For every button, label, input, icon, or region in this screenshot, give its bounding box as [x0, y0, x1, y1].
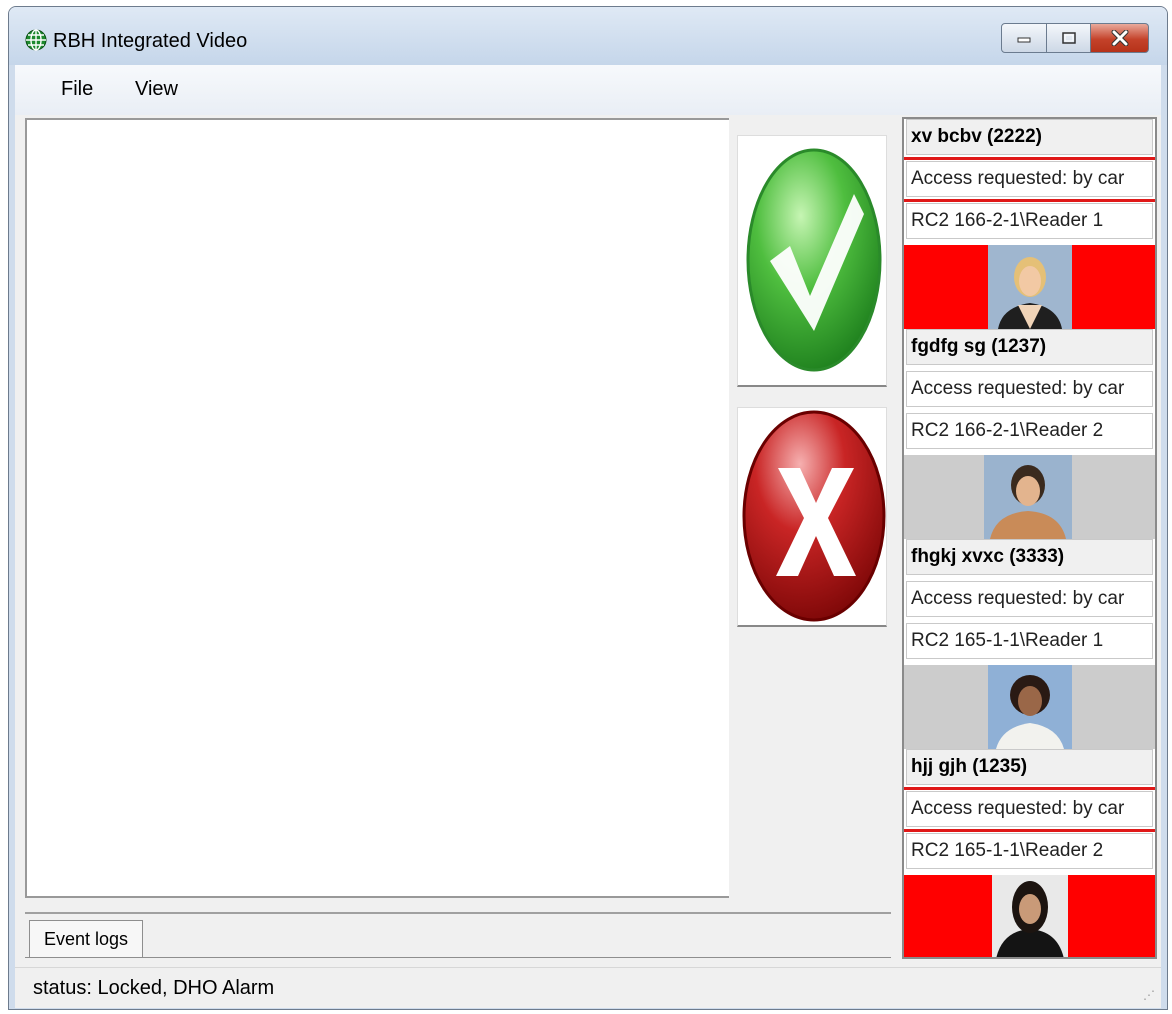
- x-mark-icon: [742, 410, 886, 622]
- event-message: Access requested: by car: [906, 581, 1153, 617]
- maximize-button[interactable]: [1047, 23, 1091, 53]
- globe-icon: [25, 29, 47, 51]
- close-icon: [1111, 30, 1128, 46]
- photo-row: [904, 455, 1155, 539]
- list-item[interactable]: fgdfg sg (1237) Access requested: by car…: [904, 329, 1155, 539]
- event-reader: RC2 166-2-1\Reader 2: [906, 413, 1153, 449]
- person-photo: [988, 665, 1072, 749]
- tab-baseline: [25, 957, 891, 958]
- tab-strip: Event logs: [25, 912, 891, 960]
- minimize-icon: [1017, 37, 1031, 43]
- event-list[interactable]: xv bcbv (2222) Access requested: by car …: [902, 117, 1157, 959]
- resize-grip-icon[interactable]: ⋰: [1143, 988, 1155, 1002]
- menu-bar: File View: [15, 65, 1161, 115]
- event-person-name: hjj gjh (1235): [906, 749, 1153, 785]
- list-item[interactable]: fhgkj xvxc (3333) Access requested: by c…: [904, 539, 1155, 749]
- accept-button[interactable]: [737, 135, 887, 387]
- alarm-line: [904, 199, 1155, 202]
- menu-file[interactable]: File: [57, 78, 97, 101]
- reject-button[interactable]: [737, 407, 887, 627]
- maximize-icon: [1061, 32, 1076, 44]
- person-photo: [988, 245, 1072, 329]
- main-window: RBH Integrated Video File View Event log…: [8, 6, 1168, 1010]
- event-reader: RC2 165-1-1\Reader 1: [906, 623, 1153, 659]
- event-message: Access requested: by car: [906, 161, 1153, 197]
- checkmark-icon: [746, 148, 882, 372]
- list-item[interactable]: hjj gjh (1235) Access requested: by car …: [904, 749, 1155, 957]
- event-message: Access requested: by car: [906, 371, 1153, 407]
- photo-row: [904, 875, 1155, 957]
- person-photo: [992, 875, 1068, 957]
- video-display: [25, 118, 729, 898]
- person-photo: [984, 455, 1072, 539]
- list-item[interactable]: xv bcbv (2222) Access requested: by car …: [904, 119, 1155, 329]
- close-button[interactable]: [1091, 23, 1149, 53]
- minimize-button[interactable]: [1001, 23, 1047, 53]
- action-buttons: [729, 118, 891, 898]
- event-reader: RC2 165-1-1\Reader 2: [906, 833, 1153, 869]
- alarm-line: [904, 787, 1155, 790]
- event-message: Access requested: by car: [906, 791, 1153, 827]
- window-title: RBH Integrated Video: [53, 30, 248, 52]
- event-person-name: xv bcbv (2222): [906, 119, 1153, 155]
- event-person-name: fgdfg sg (1237): [906, 329, 1153, 365]
- status-text: status: Locked, DHO Alarm: [33, 977, 275, 999]
- menu-view[interactable]: View: [131, 78, 182, 101]
- alarm-line: [904, 157, 1155, 160]
- photo-row: [904, 245, 1155, 329]
- client-area: Event logs xv bcbv (2222) Access request…: [15, 115, 1161, 967]
- title-bar: RBH Integrated Video: [9, 7, 1167, 65]
- event-reader: RC2 166-2-1\Reader 1: [906, 203, 1153, 239]
- alarm-line: [904, 829, 1155, 832]
- event-person-name: fhgkj xvxc (3333): [906, 539, 1153, 575]
- photo-row: [904, 665, 1155, 749]
- status-bar: status: Locked, DHO Alarm ⋰: [15, 967, 1161, 1008]
- tab-event-logs[interactable]: Event logs: [29, 920, 144, 957]
